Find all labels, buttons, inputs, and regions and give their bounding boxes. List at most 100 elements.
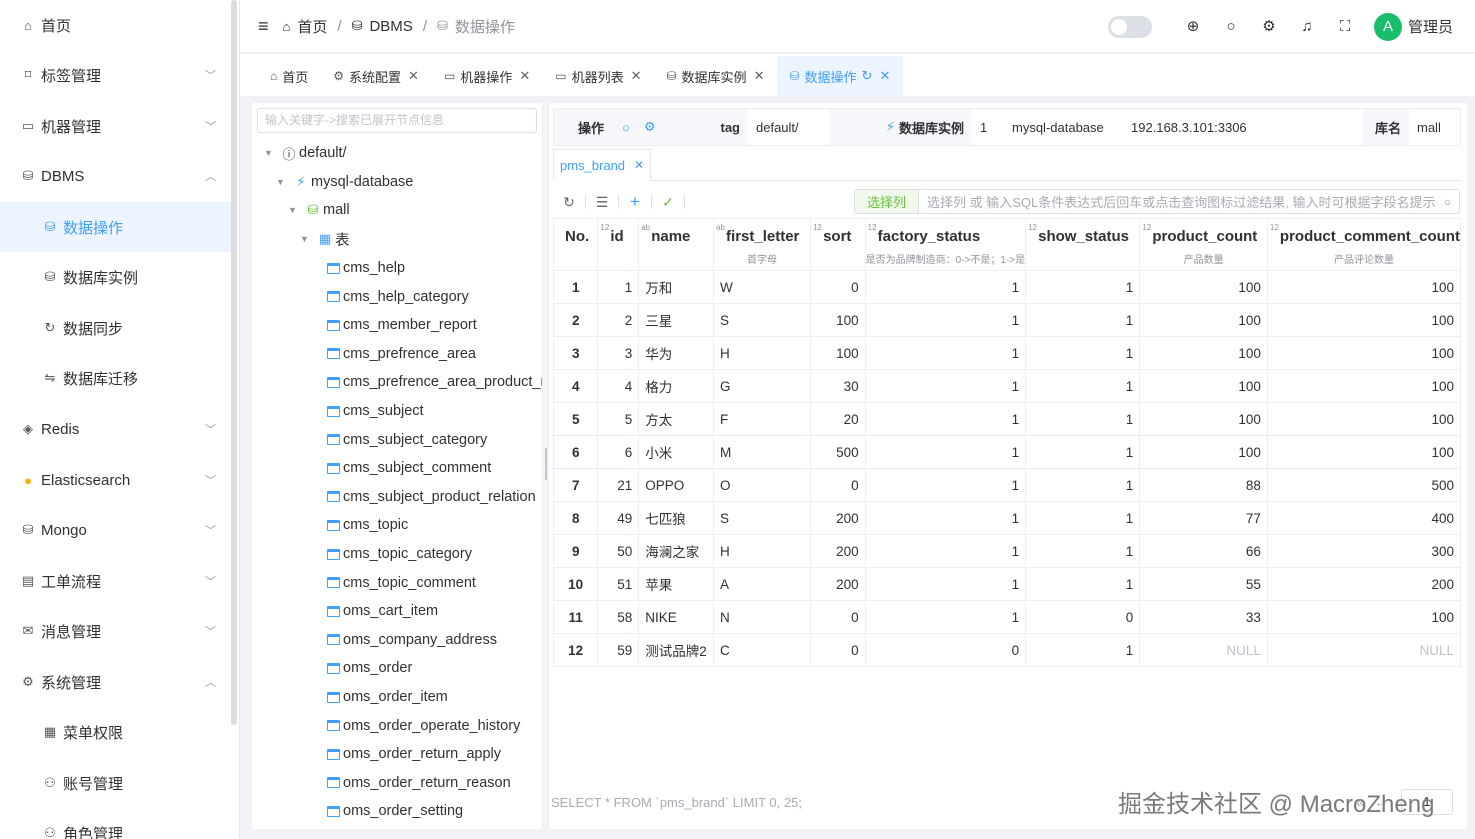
sidebar-item-data-sync[interactable]: ↻ 数据同步 [0,303,232,353]
table-row[interactable]: 1 1 万和 W 0 1 1 100 100 [553,270,1461,304]
table-cell[interactable]: 6 [553,435,599,469]
tree-node-table[interactable]: oms_order_setting [327,797,463,825]
tree-node-table[interactable]: oms_cart_item [327,597,438,625]
table-cell[interactable]: N [713,600,812,634]
table-cell[interactable]: 1 [597,270,640,304]
table-cell[interactable]: 1 [553,270,599,304]
table-row[interactable]: 12 59 测试品牌2 C 0 0 1 NULL NULL [553,633,1461,667]
tree-node-table[interactable]: oms_order_operate_history [327,712,520,740]
breadcrumb-home[interactable]: ⌂ 首页 [283,16,328,37]
table-cell[interactable]: 1 [864,303,1027,337]
sidebar-item-roles[interactable]: ⚇ 角色管理 [0,808,232,839]
table-row[interactable]: 5 5 方太 F 20 1 1 100 100 [553,402,1461,436]
caret-down-icon[interactable]: ▼ [288,205,300,215]
column-header[interactable]: 12 product_count 产品数量 [1139,218,1268,271]
table-cell[interactable]: 0 [810,600,866,634]
tree-node-table[interactable]: cms_prefrence_area [327,340,476,368]
table-cell[interactable]: 50 [597,534,640,568]
table-cell[interactable]: 59 [597,633,640,667]
refresh-icon[interactable]: ↻ [862,68,873,84]
gear-icon[interactable]: ⚙ [644,119,656,135]
tree-node-table[interactable]: cms_prefrence_area_product_relation [327,368,542,396]
column-header[interactable]: No. [553,218,599,271]
sidebar-item-db-migration[interactable]: ⇋ 数据库迁移 [0,353,232,403]
table-row[interactable]: 10 51 苹果 A 200 1 1 55 200 [553,567,1461,601]
tree-node-table[interactable]: cms_topic [327,511,408,539]
table-cell[interactable]: NULL [1266,633,1461,667]
table-cell[interactable]: F [713,402,812,436]
table-cell[interactable]: 0 [810,270,866,304]
search-icon[interactable]: ○ [1223,18,1239,35]
table-cell[interactable]: 万和 [638,270,715,304]
close-icon[interactable]: ✕ [634,158,644,172]
table-cell[interactable]: NIKE [638,600,715,634]
columns-icon[interactable]: ☰ [594,194,610,211]
sidebar-item-workflow[interactable]: ▤ 工单流程 ﹀ [0,556,232,606]
table-cell[interactable]: 100 [1266,402,1461,436]
table-cell[interactable]: 1 [1025,633,1141,667]
tab-system-config[interactable]: ⚙ 系统配置 ✕ [321,56,432,96]
table-cell[interactable]: 1 [1025,435,1141,469]
sidebar-item-machines[interactable]: ▭ 机器管理 ﹀ [0,101,232,151]
tree-node-table[interactable]: cms_subject_category [327,426,487,454]
table-cell[interactable]: 1 [1025,501,1141,535]
table-cell[interactable]: 100 [1139,402,1268,436]
table-cell[interactable]: 1 [1025,534,1141,568]
table-cell[interactable]: 七匹狼 [638,501,715,535]
search-icon[interactable]: ○ [622,120,630,135]
tab-data-operation[interactable]: ⛁ 数据操作 ↻ ✕ [777,56,904,96]
table-cell[interactable]: 1 [864,468,1027,502]
sidebar-item-tags[interactable]: ⌑ 标签管理 ﹀ [0,50,232,100]
table-cell[interactable]: H [713,336,812,370]
tree-node-table[interactable]: cms_topic_category [327,540,472,568]
table-cell[interactable]: 400 [1266,501,1461,535]
table-cell[interactable]: OPPO [638,468,715,502]
tree-node-tag[interactable]: ▼ ⓘ default/ [264,139,347,167]
table-cell[interactable]: 小米 [638,435,715,469]
tab-db-instance[interactable]: ⛁ 数据库实例 ✕ [654,56,777,96]
table-cell[interactable]: 3 [553,336,599,370]
table-cell[interactable]: 1 [864,270,1027,304]
table-cell[interactable]: 1 [864,402,1027,436]
tree-node-table[interactable]: oms_company_address [327,626,497,654]
table-cell[interactable]: 33 [1139,600,1268,634]
column-header[interactable]: 12 id [597,218,640,271]
table-cell[interactable]: 1 [864,336,1027,370]
sidebar-scrollbar[interactable] [231,0,237,725]
tree-node-instance[interactable]: ▼ ⚡ mysql-database [276,168,413,196]
sidebar-item-redis[interactable]: ◈ Redis ﹀ [0,404,232,454]
tree-node-table[interactable]: cms_help [327,254,405,282]
column-header[interactable]: ab first_letter 首字母 [713,218,812,271]
table-cell[interactable]: 5 [597,402,640,436]
column-header[interactable]: 12 product_comment_count 产品评论数量 [1266,218,1461,271]
menu-toggle-icon[interactable]: ≡ [258,16,269,37]
tree-node-table[interactable]: oms_order_return_reason [327,769,511,797]
close-icon[interactable]: ✕ [631,68,642,84]
table-cell[interactable]: 1 [1025,270,1141,304]
table-cell[interactable]: 9 [553,534,599,568]
table-cell[interactable]: 0 [1025,600,1141,634]
column-header[interactable]: 12 sort [810,218,866,271]
column-header[interactable]: ab name [638,218,715,271]
table-cell[interactable]: 1 [1025,402,1141,436]
table-row[interactable]: 2 2 三星 S 100 1 1 100 100 [553,303,1461,337]
tab-machine-list[interactable]: ▭ 机器列表 ✕ [543,56,654,96]
username[interactable]: 管理员 [1408,16,1453,37]
table-cell[interactable]: 55 [1139,567,1268,601]
table-cell[interactable]: 100 [1139,336,1268,370]
sidebar-item-db-instance[interactable]: ⛁ 数据库实例 [0,252,232,302]
table-cell[interactable]: W [713,270,812,304]
filter-input[interactable]: 选择列 选择列 或 输入SQL条件表达式后回车或点击查询图标过滤结果, 输入时可… [854,189,1460,214]
tree-node-table[interactable]: cms_subject_comment [327,454,491,482]
table-cell[interactable]: 100 [1266,369,1461,403]
table-cell[interactable]: 51 [597,567,640,601]
table-cell[interactable]: NULL [1139,633,1268,667]
tab-machine-op[interactable]: ▭ 机器操作 ✕ [432,56,543,96]
table-cell[interactable]: S [713,303,812,337]
table-row[interactable]: 9 50 海澜之家 H 200 1 1 66 300 [553,534,1461,568]
bell-icon[interactable]: ♫ [1299,18,1315,35]
select-columns-button[interactable]: 选择列 [855,190,920,213]
table-cell[interactable]: H [713,534,812,568]
table-cell[interactable]: 100 [810,336,866,370]
tree-node-table[interactable]: cms_subject_product_relation [327,483,536,511]
